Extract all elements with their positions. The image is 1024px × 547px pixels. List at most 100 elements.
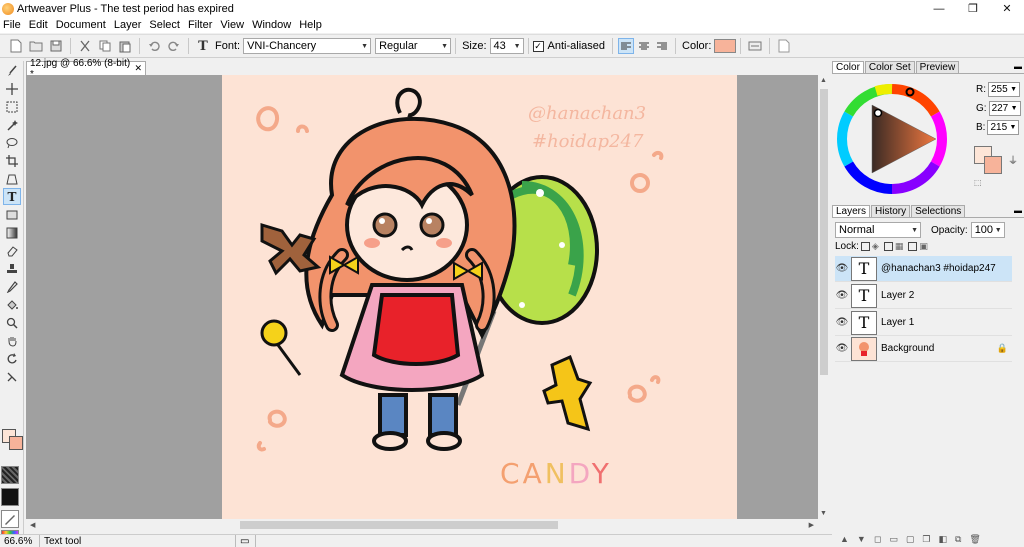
brush-texture-preview[interactable] [1, 510, 19, 528]
horizontal-scroll-thumb[interactable] [240, 521, 558, 529]
palette-icon[interactable] [776, 38, 792, 54]
panel-menu-icon[interactable]: ▬ [1014, 62, 1022, 71]
tab-color-set[interactable]: Color Set [864, 61, 915, 73]
merge-layer-icon[interactable]: ⧉ [955, 534, 961, 545]
open-folder-icon[interactable] [28, 38, 44, 54]
color-wheel[interactable] [836, 77, 956, 201]
layer-mask-icon[interactable]: ◧ [938, 534, 947, 545]
close-button[interactable]: ✕ [990, 0, 1024, 17]
undo-icon[interactable] [146, 38, 162, 54]
hand-tool-icon[interactable] [3, 332, 21, 349]
crop-tool-icon[interactable] [3, 152, 21, 169]
eraser-tool-icon[interactable] [3, 242, 21, 259]
menu-filter[interactable]: Filter [185, 19, 217, 31]
blend-mode-select[interactable]: Normal ▼ [835, 222, 921, 238]
align-left-button[interactable] [618, 38, 635, 54]
background-color-swatch[interactable] [9, 436, 23, 450]
dropper-tool-icon[interactable] [3, 278, 21, 295]
scroll-down-icon[interactable]: ▼ [820, 510, 827, 517]
redo-icon[interactable] [166, 38, 182, 54]
layer-row[interactable]: 👁 Background 🔒 [835, 336, 1012, 362]
smudge-tool-icon[interactable] [3, 368, 21, 385]
new-file-icon[interactable] [8, 38, 24, 54]
green-input[interactable]: 227 ▼ [988, 101, 1021, 116]
tab-color[interactable]: Color [832, 61, 864, 73]
swap-colors-icon[interactable]: ⬚ [974, 178, 982, 187]
tab-layers[interactable]: Layers [832, 205, 871, 217]
menu-help[interactable]: Help [296, 19, 327, 31]
menu-window[interactable]: Window [249, 19, 296, 31]
new-layer-icon[interactable]: ▢ [906, 534, 915, 545]
zoom-level[interactable]: 66.6% [0, 535, 40, 547]
lasso-tool-icon[interactable] [3, 134, 21, 151]
layer-row[interactable]: 👁 T @hanachan3 #hoidap247 [835, 256, 1012, 282]
layer-row[interactable]: 👁 T Layer 2 [835, 283, 1012, 309]
panel-background-swatch[interactable] [984, 156, 1002, 174]
brush-tool-icon[interactable] [3, 62, 21, 79]
blue-input[interactable]: 215 ▼ [987, 120, 1020, 135]
opacity-input[interactable]: 100 ▼ [970, 222, 1005, 238]
duplicate-layer-icon[interactable]: ❐ [922, 534, 930, 545]
layer-row[interactable]: 👁 T Layer 1 [835, 310, 1012, 336]
image-canvas[interactable]: @hanachan3 #hoidap247 CANDY [222, 75, 737, 519]
brush-preset-preview[interactable] [1, 466, 19, 484]
cut-icon[interactable] [77, 38, 93, 54]
save-icon[interactable] [48, 38, 64, 54]
move-tool-icon[interactable] [3, 80, 21, 97]
menu-edit[interactable]: Edit [26, 19, 53, 31]
brush-shape-preview[interactable] [1, 488, 19, 506]
vertical-scrollbar[interactable]: ▲ ▼ [818, 75, 830, 519]
shape-tool-icon[interactable] [3, 206, 21, 223]
document-tab[interactable]: 12.jpg @ 66.6% (8-bit) * ✕ [26, 58, 146, 80]
red-input[interactable]: 255 ▼ [988, 82, 1020, 97]
font-style-select[interactable]: Regular ▼ [375, 38, 452, 54]
size-select[interactable]: 43 ▼ [489, 38, 524, 54]
tab-selections[interactable]: Selections [911, 205, 966, 217]
text-tool-button[interactable]: T [3, 188, 21, 205]
lock-all-checkbox[interactable] [908, 242, 918, 251]
menu-file[interactable]: File [0, 19, 26, 31]
horizontal-scrollbar[interactable]: ◀ ▶ [26, 519, 818, 531]
gradient-tool-icon[interactable] [3, 224, 21, 241]
maximize-button[interactable]: ❐ [956, 0, 990, 17]
eye-icon[interactable]: 👁 [835, 263, 849, 274]
color-picker-handle[interactable] [873, 108, 883, 118]
align-right-button[interactable] [654, 38, 670, 54]
delete-layer-icon[interactable]: 🗑 [969, 534, 980, 545]
menu-document[interactable]: Document [53, 19, 111, 31]
vertical-scroll-thumb[interactable] [820, 89, 828, 375]
eye-icon[interactable]: 👁 [835, 343, 849, 354]
antialias-checkbox[interactable]: ✓ [532, 40, 544, 52]
perspective-tool-icon[interactable] [3, 170, 21, 187]
menu-layer[interactable]: Layer [111, 19, 147, 31]
scroll-right-icon[interactable]: ▶ [809, 521, 814, 529]
text-color-swatch[interactable] [714, 39, 737, 53]
scroll-left-icon[interactable]: ◀ [30, 521, 35, 529]
minimize-button[interactable]: — [922, 0, 956, 17]
magic-wand-tool-icon[interactable] [3, 116, 21, 133]
menu-view[interactable]: View [217, 19, 249, 31]
rotate-tool-icon[interactable] [3, 350, 21, 367]
document-info-icon[interactable]: ▭ [236, 535, 256, 547]
zoom-tool-icon[interactable] [3, 314, 21, 331]
eyedropper-icon[interactable]: ⏚ [1008, 152, 1018, 167]
panel-menu-icon[interactable]: ▬ [1014, 206, 1022, 215]
tab-preview[interactable]: Preview [915, 61, 960, 73]
align-center-button[interactable] [636, 38, 652, 54]
eye-icon[interactable]: 👁 [835, 317, 849, 328]
text-warp-icon[interactable] [747, 38, 763, 54]
close-tab-icon[interactable]: ✕ [134, 63, 142, 74]
rect-select-tool-icon[interactable] [3, 98, 21, 115]
scroll-up-icon[interactable]: ▲ [820, 77, 827, 84]
document-workspace[interactable]: @hanachan3 #hoidap247 CANDY [26, 75, 818, 519]
copy-icon[interactable] [97, 38, 113, 54]
layer-up-icon[interactable]: ▲ [840, 534, 849, 544]
fill-tool-icon[interactable] [3, 296, 21, 313]
paste-icon[interactable] [117, 38, 133, 54]
stamp-tool-icon[interactable] [3, 260, 21, 277]
new-group-icon[interactable]: ▭ [889, 534, 898, 545]
tab-history[interactable]: History [871, 205, 911, 217]
menu-select[interactable]: Select [146, 19, 185, 31]
lock-transparency-checkbox[interactable] [860, 242, 870, 251]
layer-style-icon[interactable]: ◻ [874, 534, 881, 545]
